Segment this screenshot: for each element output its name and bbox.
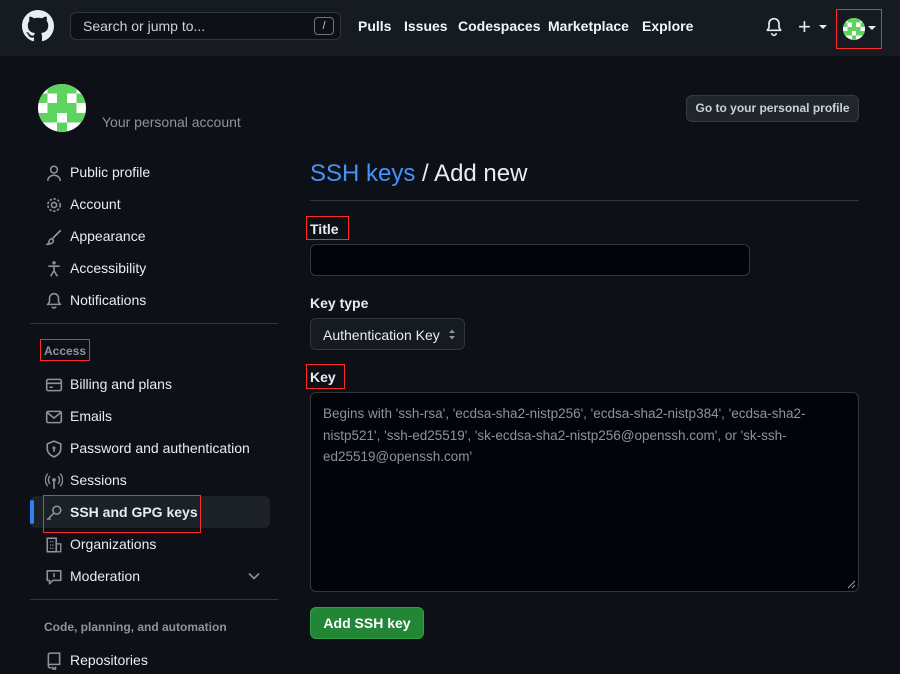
create-caret-icon[interactable] — [819, 25, 827, 29]
sidebar-divider — [30, 323, 278, 324]
highlight-box-key — [306, 364, 345, 389]
sidebar-item-repositories[interactable]: Repositories — [30, 644, 270, 674]
key-textarea[interactable]: Begins with 'ssh-rsa', 'ecdsa-sha2-nistp… — [310, 392, 859, 592]
user-avatar — [843, 18, 865, 40]
github-logo-icon[interactable] — [22, 10, 54, 42]
highlight-box-access — [40, 339, 90, 361]
account-avatar — [38, 84, 86, 132]
shield-lock-icon — [46, 440, 62, 458]
broadcast-icon — [45, 473, 63, 489]
key-placeholder: Begins with 'ssh-rsa', 'ecdsa-sha2-nistp… — [323, 406, 806, 464]
key-type-label: Key type — [310, 295, 369, 311]
add-ssh-key-button[interactable]: Add SSH key — [310, 607, 424, 639]
sidebar-item-billing[interactable]: Billing and plans — [30, 368, 270, 400]
sidebar-item-emails[interactable]: Emails — [30, 400, 270, 432]
key-type-value: Authentication Key — [323, 327, 440, 343]
chevron-down-icon[interactable] — [248, 572, 260, 580]
personal-account-label: Your personal account — [102, 114, 241, 130]
sidebar-item-sessions[interactable]: Sessions — [30, 464, 270, 496]
sidebar-item-label: Notifications — [70, 292, 147, 308]
nav-marketplace[interactable]: Marketplace — [548, 18, 629, 34]
highlight-box-title — [306, 216, 349, 240]
sidebar-item-password-auth[interactable]: Password and authentication — [30, 432, 270, 464]
sidebar-item-accessibility[interactable]: Accessibility — [30, 252, 270, 284]
sidebar-item-label: Appearance — [70, 228, 146, 244]
nav-explore[interactable]: Explore — [642, 18, 693, 34]
sidebar-item-label: Sessions — [70, 472, 127, 488]
gear-icon — [47, 198, 61, 212]
user-menu-button[interactable] — [836, 9, 882, 49]
sidebar-item-label: Billing and plans — [70, 376, 172, 392]
resize-grip-icon[interactable] — [846, 579, 856, 589]
title-divider — [310, 200, 859, 201]
page-title: SSH keys / Add new — [310, 160, 527, 188]
active-indicator — [30, 500, 34, 524]
top-header: Search or jump to... / Pulls Issues Code… — [0, 0, 900, 56]
sidebar-item-label: Emails — [70, 408, 113, 424]
sidebar-divider — [30, 599, 278, 600]
repo-icon — [47, 652, 61, 670]
notifications-bell-icon[interactable] — [765, 17, 783, 37]
sidebar-item-label: Organizations — [70, 536, 157, 552]
sidebar-item-label: Password and authentication — [70, 440, 250, 456]
nav-codespaces[interactable]: Codespaces — [458, 18, 540, 34]
sidebar-item-moderation[interactable]: Moderation — [30, 560, 270, 592]
sidebar-item-label: Repositories — [70, 652, 148, 668]
report-icon — [46, 570, 62, 585]
sidebar-item-organizations[interactable]: Organizations — [30, 528, 270, 560]
sidebar-item-label: Accessibility — [70, 260, 147, 276]
go-to-profile-button[interactable]: Go to your personal profile — [686, 95, 859, 122]
paintbrush-icon — [45, 229, 62, 246]
title-input[interactable] — [310, 244, 750, 276]
user-menu-caret-icon — [868, 26, 876, 30]
search-placeholder: Search or jump to... — [83, 18, 206, 34]
page-title-rest: / Add new — [415, 160, 528, 187]
organization-icon — [46, 537, 62, 553]
sidebar-item-public-profile[interactable]: Public profile — [30, 156, 270, 188]
key-type-select[interactable]: Authentication Key — [310, 318, 465, 350]
sidebar-group-code: Code, planning, and automation — [44, 620, 227, 634]
search-shortcut-key: / — [314, 17, 334, 35]
person-icon — [47, 165, 61, 181]
sidebar-item-appearance[interactable]: Appearance — [30, 220, 270, 252]
accessibility-icon — [48, 261, 60, 277]
sidebar-item-notifications[interactable]: Notifications — [30, 284, 270, 316]
ssh-keys-breadcrumb-link[interactable]: SSH keys — [310, 160, 415, 187]
select-arrows-icon — [449, 329, 455, 340]
credit-card-icon — [45, 378, 63, 392]
search-input[interactable]: Search or jump to... / — [70, 12, 341, 40]
bell-icon — [46, 292, 62, 309]
sidebar-item-account[interactable]: Account — [30, 188, 270, 220]
sidebar-item-label: Account — [70, 196, 121, 212]
sidebar-item-label: Moderation — [70, 568, 141, 584]
sidebar-item-label: Public profile — [70, 164, 151, 180]
nav-issues[interactable]: Issues — [404, 18, 448, 34]
create-new-plus-icon[interactable]: + — [798, 16, 811, 38]
nav-pulls[interactable]: Pulls — [358, 18, 391, 34]
mail-icon — [45, 410, 63, 424]
